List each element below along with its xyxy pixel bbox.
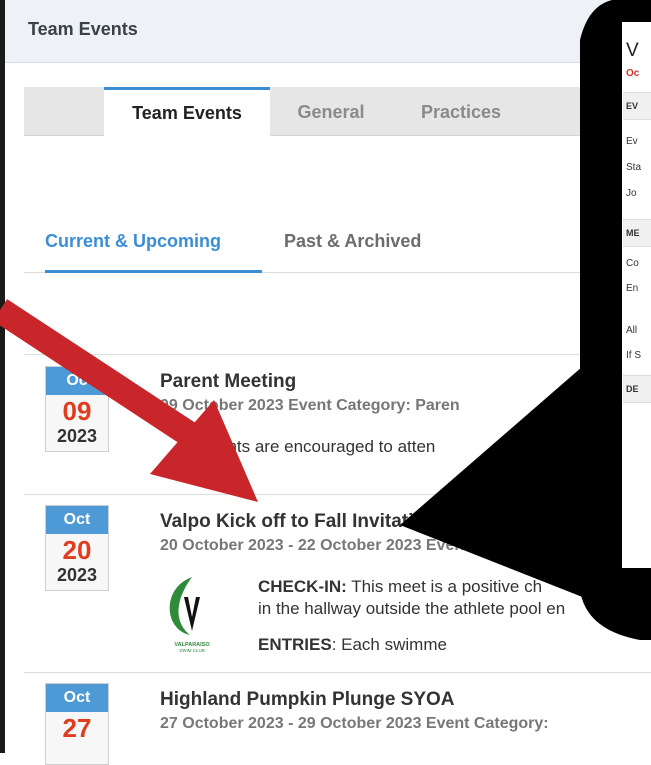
popover-section-event-label: EV: [626, 101, 639, 111]
event-day: 20: [62, 535, 92, 565]
popover-row: Ev: [626, 136, 638, 147]
checkin-text: This meet is a positive ch: [346, 577, 543, 596]
event-year: 2023: [56, 565, 98, 585]
event-title[interactable]: Valpo Kick off to Fall Invitational: [160, 511, 452, 533]
popover-row: Sta: [626, 162, 642, 173]
popover-row: Jo: [626, 188, 637, 199]
event-date-badge: Oc 09 2023: [45, 366, 109, 452]
popover-row: If S: [626, 350, 642, 361]
popover-date: Oc: [626, 68, 640, 79]
event-row-valpo-kick-off[interactable]: Oct 20 2023 Valpo Kick off to Fall Invit…: [24, 494, 651, 673]
event-subtabs: Current & Upcoming Past & Archived: [24, 226, 651, 273]
popover-row: All: [626, 325, 638, 336]
checkin-label: CHECK-IN:: [258, 577, 347, 596]
popover-section-meet-label: ME: [626, 228, 640, 238]
event-subtitle: 27 October 2023 - 29 October 2023 Event …: [160, 715, 549, 732]
event-day: 09: [62, 396, 92, 426]
entries-text: : Each swimme: [331, 635, 447, 654]
event-date-badge: Oct 20 2023: [45, 505, 109, 591]
event-entries-text: ENTRIES: Each swimme: [258, 635, 447, 655]
left-window-edge: [0, 0, 5, 753]
club-logo: VALPARAISO SWIM CLUB: [169, 577, 210, 653]
event-row-parent-meeting[interactable]: Oc 09 2023 Parent Meeting 09 October 202…: [24, 354, 651, 495]
event-subtitle: 20 October 2023 - 22 October 2023 Event …: [160, 537, 495, 554]
svg-text:SWIM CLUB: SWIM CLUB: [179, 648, 205, 653]
event-checkin-text: CHECK-IN: This meet is a positive ch: [258, 577, 542, 597]
event-title[interactable]: Highland Pumpkin Plunge SYOA: [160, 689, 455, 711]
popover-title: V: [626, 40, 639, 61]
tab-current-upcoming[interactable]: Current & Upcoming: [45, 226, 262, 273]
page-header: Team Events: [5, 0, 651, 63]
popover-panel: V Oc EV Ev Sta Jo ME Co En All If S DE: [623, 22, 651, 568]
tab-practices[interactable]: Practices: [396, 87, 526, 135]
tab-team-events[interactable]: Team Events: [104, 87, 270, 138]
event-title[interactable]: Parent Meeting: [160, 371, 296, 393]
tab-general[interactable]: General: [282, 87, 380, 135]
entries-label: ENTRIES: [258, 635, 332, 654]
popover-section-meet: ME: [623, 219, 651, 247]
event-row-highland-pumpkin-plunge[interactable]: Oct 27 Highland Pumpkin Plunge SYOA 27 O…: [24, 672, 651, 765]
event-month: Oct: [46, 506, 108, 534]
category-tabbar: Team Events General Practices: [24, 87, 651, 138]
event-year: 2023: [56, 426, 98, 446]
popover-row: Co: [626, 258, 639, 269]
event-subtitle: 09 October 2023 Event Category: Paren: [160, 397, 460, 414]
page-title: Team Events: [28, 19, 138, 39]
tab-past-archived[interactable]: Past & Archived: [284, 226, 454, 270]
popover-row: En: [626, 283, 639, 294]
event-description: ents are encouraged to atten: [218, 437, 436, 456]
popover-section-event: EV: [623, 92, 651, 120]
popover-section-description: DE: [623, 375, 651, 403]
event-checkin-text-line2: in the hallway outside the athlete pool …: [258, 599, 566, 618]
event-month: Oct: [46, 684, 108, 712]
event-month: Oc: [46, 367, 108, 395]
popover-section-description-label: DE: [626, 384, 639, 394]
event-day: 27: [62, 713, 92, 743]
